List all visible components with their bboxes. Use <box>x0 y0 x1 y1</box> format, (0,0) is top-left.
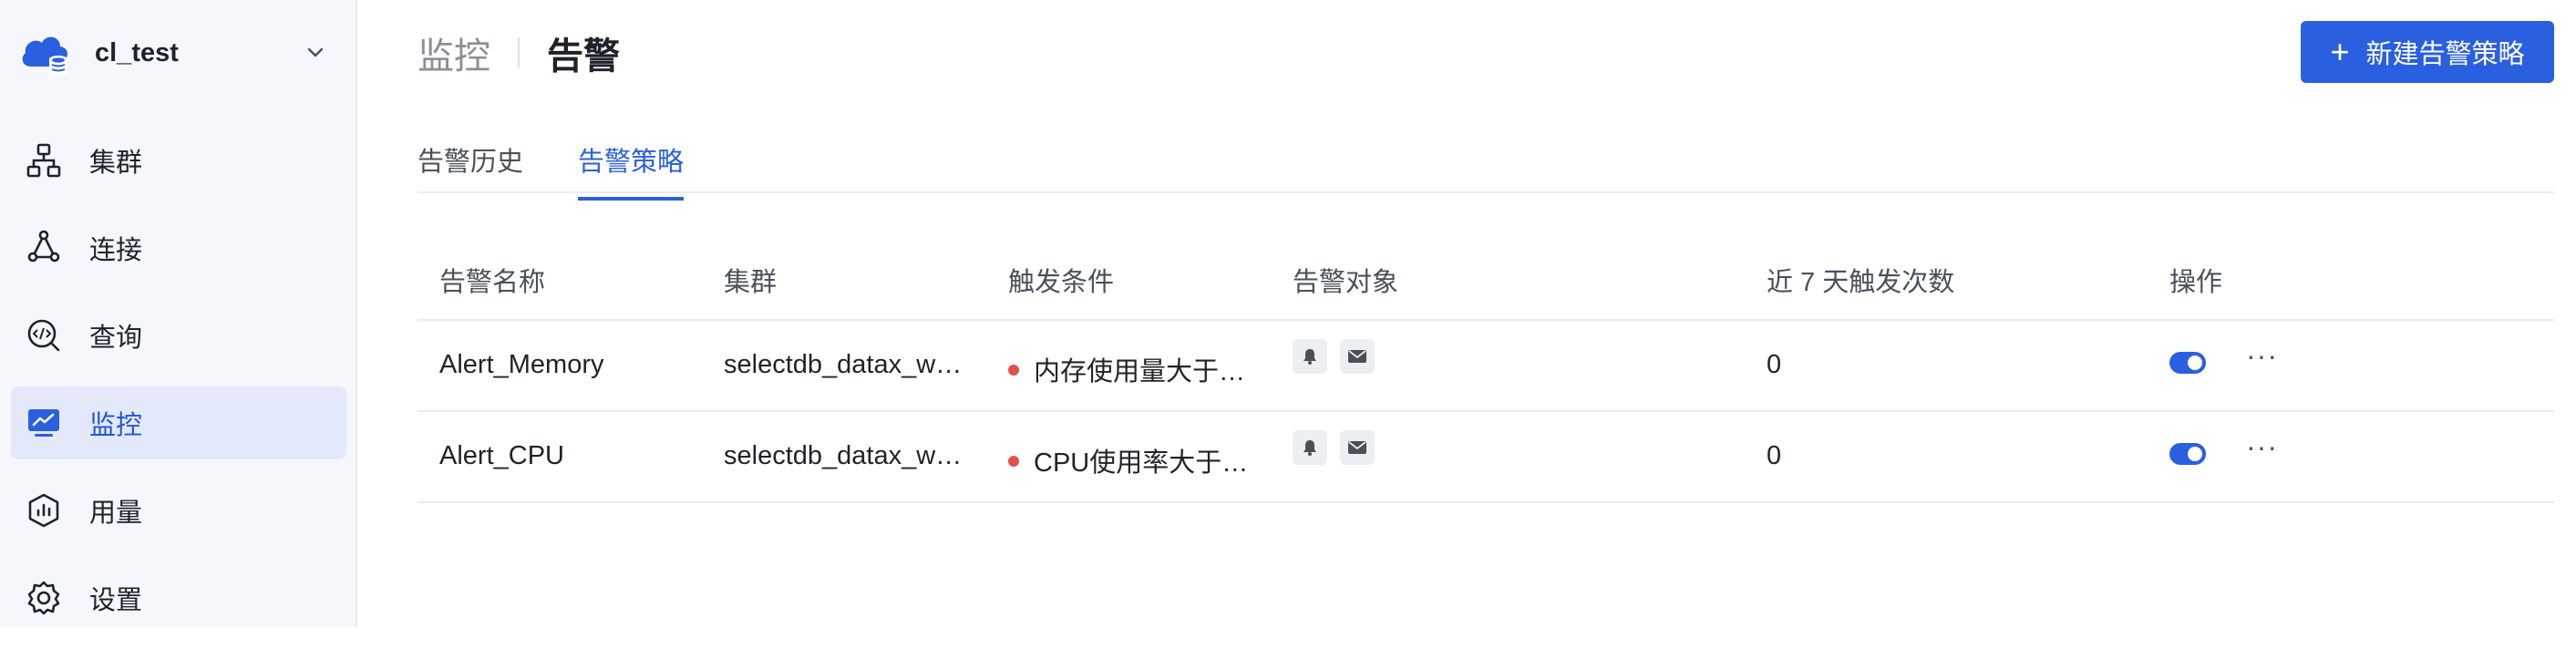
breadcrumb: 监控 告警 <box>417 27 620 78</box>
alert-targets <box>1293 430 1375 465</box>
enable-toggle[interactable] <box>2169 352 2206 374</box>
column-header: 集群 <box>724 268 778 297</box>
sidebar-item-label: 用量 <box>89 499 143 528</box>
more-actions-icon[interactable]: ··· <box>2246 339 2278 373</box>
sidebar-item-query[interactable]: 查询 <box>11 299 346 372</box>
cloud-database-logo-icon <box>22 36 67 76</box>
trigger-condition: CPU使用率大于… <box>1008 441 1248 479</box>
toggle-knob <box>2188 355 2202 370</box>
status-dot <box>1008 456 1019 468</box>
bell-icon <box>1293 430 1327 465</box>
usage-icon <box>26 492 62 529</box>
column-header: 触发条件 <box>1008 268 1115 297</box>
column-header: 近 7 天触发次数 <box>1767 268 1955 297</box>
query-icon <box>26 317 62 354</box>
workspace-switcher[interactable]: cl_test <box>18 26 337 80</box>
settings-icon <box>26 580 62 616</box>
trigger-condition: 内存使用量大于… <box>1008 350 1245 388</box>
connection-icon <box>26 230 62 266</box>
cluster-icon <box>26 142 62 179</box>
page-title: 告警 <box>547 36 620 77</box>
alert-targets <box>1293 339 1375 374</box>
alert-name[interactable]: Alert_Memory <box>439 350 604 380</box>
monitor-icon <box>26 405 62 441</box>
sidebar-nav: 集群 连接 查询 监控 用量 设置 <box>0 124 357 649</box>
alert-name[interactable]: Alert_CPU <box>439 441 564 471</box>
tab-bar: 告警历史 告警策略 <box>417 129 2554 201</box>
status-dot <box>1008 365 1019 376</box>
column-header: 操作 <box>2169 268 2223 297</box>
sidebar-item-monitor[interactable]: 监控 <box>11 386 346 459</box>
sidebar: cl_test 集群 连接 查询 监控 用量 设置 <box>0 0 357 627</box>
sidebar-item-label: 监控 <box>89 411 143 440</box>
trigger-condition-text: 内存使用量大于… <box>1034 357 1246 386</box>
tab-alert-history[interactable]: 告警历史 <box>417 140 523 197</box>
sidebar-item-settings[interactable]: 设置 <box>11 561 346 634</box>
sidebar-item-label: 设置 <box>89 586 143 615</box>
alert-policy-table: 告警名称 集群 触发条件 告警对象 近 7 天触发次数 操作 Alert_Mem… <box>417 241 2554 503</box>
table-row: Alert_CPU selectdb_datax_w… CPU使用率大于… 0 … <box>417 412 2554 503</box>
enable-toggle[interactable] <box>2169 443 2206 465</box>
sidebar-item-label: 连接 <box>89 236 143 265</box>
table-header: 告警名称 集群 触发条件 告警对象 近 7 天触发次数 操作 <box>417 241 2554 321</box>
sidebar-item-usage[interactable]: 用量 <box>11 474 346 547</box>
trigger-count: 0 <box>1767 441 1782 470</box>
cluster-name: selectdb_datax_w… <box>724 350 963 379</box>
email-icon <box>1340 430 1375 465</box>
workspace-name: cl_test <box>95 37 179 67</box>
column-header: 告警对象 <box>1293 268 1399 297</box>
sidebar-item-connection[interactable]: 连接 <box>11 211 346 284</box>
plus-icon: + <box>2330 33 2350 70</box>
new-alert-policy-label: 新建告警策略 <box>2365 40 2525 69</box>
more-actions-icon[interactable]: ··· <box>2246 430 2278 464</box>
breadcrumb-parent[interactable]: 监控 <box>417 26 490 79</box>
bell-icon <box>1293 339 1327 374</box>
tab-alert-policy[interactable]: 告警策略 <box>578 140 685 201</box>
sidebar-item-label: 集群 <box>89 149 143 178</box>
chevron-down-icon[interactable] <box>303 40 328 66</box>
new-alert-policy-button[interactable]: + 新建告警策略 <box>2301 21 2554 83</box>
sidebar-item-cluster[interactable]: 集群 <box>11 124 346 197</box>
trigger-condition-text: CPU使用率大于… <box>1034 448 1249 478</box>
toggle-knob <box>2188 447 2202 461</box>
column-header: 告警名称 <box>439 268 546 297</box>
cluster-name: selectdb_datax_w… <box>724 441 963 470</box>
email-icon <box>1340 339 1375 374</box>
main-content: 监控 告警 + 新建告警策略 告警历史 告警策略 告警名称 集群 触发条件 告警… <box>357 0 2576 627</box>
trigger-count: 0 <box>1767 350 1782 379</box>
breadcrumb-divider <box>518 37 520 68</box>
sidebar-item-label: 查询 <box>89 324 143 353</box>
table-row: Alert_Memory selectdb_datax_w… 内存使用量大于… … <box>417 321 2554 412</box>
